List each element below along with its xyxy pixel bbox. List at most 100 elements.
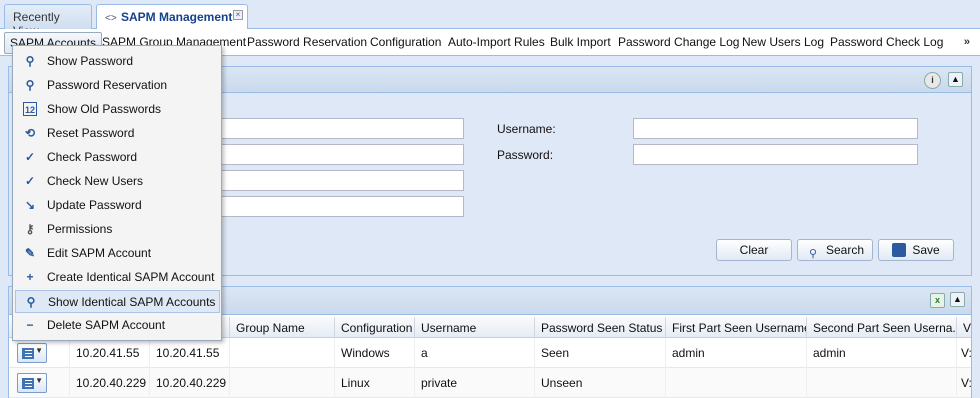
password-field[interactable] bbox=[633, 144, 918, 165]
plus-icon: + bbox=[26, 270, 34, 284]
menu-item-create-identical[interactable]: + Create Identical SAPM Account bbox=[15, 266, 220, 289]
col-first-part-seen-username[interactable]: First Part Seen Username bbox=[665, 317, 806, 338]
menu-item-label: Permissions bbox=[47, 222, 113, 236]
menu-configuration[interactable]: Configuration bbox=[370, 35, 441, 49]
list-icon bbox=[22, 348, 34, 359]
cell-v: V: bbox=[956, 338, 971, 368]
cell-seen-status: Seen bbox=[534, 338, 665, 368]
tab-label: SAPM Management bbox=[121, 10, 233, 24]
close-icon[interactable]: × bbox=[233, 10, 243, 20]
cell-username: private bbox=[414, 368, 534, 398]
table-row[interactable]: ▼ 10.20.40.229 10.20.40.229 Linux privat… bbox=[9, 368, 971, 398]
menu-item-check-new-users[interactable]: ✓ Check New Users bbox=[15, 170, 220, 193]
pencil-icon: ✎ bbox=[24, 246, 36, 260]
menu-item-reset-password[interactable]: ⟲ Reset Password bbox=[15, 122, 220, 145]
collapse-up-icon[interactable]: ▲ bbox=[950, 292, 965, 307]
chevron-down-icon: ▼ bbox=[35, 376, 43, 385]
table-row[interactable]: ▼ 10.20.41.55 10.20.41.55 Windows a Seen… bbox=[9, 338, 971, 368]
menu-item-show-identical[interactable]: ⚲ Show Identical SAPM Accounts bbox=[15, 290, 220, 313]
menu-item-label: Show Old Passwords bbox=[47, 102, 162, 116]
tab-sapm-management[interactable]: <> SAPM Management × bbox=[96, 4, 248, 30]
menu-item-label: Show Identical SAPM Accounts bbox=[48, 295, 216, 309]
menu-item-show-password[interactable]: ⚲ Show Password bbox=[15, 50, 220, 73]
menu-item-password-reservation[interactable]: ⚲ Password Reservation bbox=[15, 74, 220, 97]
menu-item-label: Create Identical SAPM Account bbox=[47, 270, 215, 284]
search-icon: ⚲ bbox=[808, 248, 818, 260]
filter-field-2[interactable] bbox=[219, 144, 464, 165]
col-group-name[interactable]: Group Name bbox=[229, 317, 334, 338]
cell-configuration: Linux bbox=[334, 368, 414, 398]
search-button[interactable]: ⚲ Search bbox=[797, 239, 873, 261]
top-tab-bar: Recently View <> SAPM Management × bbox=[0, 0, 980, 38]
sapm-accounts-dropdown: ⚲ Show Password ⚲ Password Reservation 12 S… bbox=[12, 45, 222, 341]
menu-item-label: Password Reservation bbox=[47, 78, 168, 92]
col-v[interactable]: V bbox=[956, 317, 971, 338]
menu-item-label: Delete SAPM Account bbox=[47, 318, 166, 332]
reset-icon: ⟲ bbox=[24, 126, 36, 140]
cell-address: 10.20.40.229 bbox=[149, 368, 229, 398]
cell-host: 10.20.40.229 bbox=[69, 368, 149, 398]
cell-second-part: admin bbox=[806, 338, 956, 368]
cell-group-name bbox=[229, 338, 334, 368]
filter-field-4[interactable] bbox=[219, 196, 464, 217]
row-actions-button[interactable]: ▼ bbox=[17, 373, 47, 393]
check-icon: ✓ bbox=[24, 150, 36, 164]
save-label: Save bbox=[912, 243, 940, 257]
floppy-icon bbox=[892, 243, 907, 257]
menu-item-label: Check New Users bbox=[47, 174, 144, 188]
menu-item-label: Edit SAPM Account bbox=[47, 246, 152, 260]
menu-item-update-password[interactable]: ↘ Update Password bbox=[15, 194, 220, 217]
filter-field-1[interactable] bbox=[219, 118, 464, 139]
menu-item-label: Show Password bbox=[47, 54, 134, 68]
clear-label: Clear bbox=[739, 243, 769, 257]
col-username[interactable]: Username bbox=[414, 317, 534, 338]
menu-item-check-password[interactable]: ✓ Check Password bbox=[15, 146, 220, 169]
info-icon[interactable]: i bbox=[924, 72, 941, 89]
magnifier-icon: ⚲ bbox=[25, 78, 35, 92]
username-field[interactable] bbox=[633, 118, 918, 139]
arrow-down-right-icon: ↘ bbox=[24, 198, 36, 212]
cell-host: 10.20.41.55 bbox=[69, 338, 149, 368]
list-icon bbox=[22, 378, 34, 389]
menu-auto-import-rules[interactable]: Auto-Import Rules bbox=[448, 35, 545, 49]
cell-second-part bbox=[806, 368, 956, 398]
menu-item-label: Update Password bbox=[47, 198, 142, 212]
tab-recently-view[interactable]: Recently View bbox=[4, 4, 92, 38]
filter-field-3[interactable] bbox=[219, 170, 464, 191]
menu-item-delete-sapm-account[interactable]: − Delete SAPM Account bbox=[15, 314, 220, 337]
row-actions-button[interactable]: ▼ bbox=[17, 343, 47, 363]
col-password-seen-status[interactable]: Password Seen Status bbox=[534, 317, 665, 338]
cell-first-part: admin bbox=[665, 338, 806, 368]
export-excel-icon[interactable]: x bbox=[930, 293, 945, 308]
calendar-icon: 12 bbox=[23, 102, 37, 116]
save-button[interactable]: Save bbox=[878, 239, 954, 261]
cell-username: a bbox=[414, 338, 534, 368]
menu-item-label: Reset Password bbox=[47, 126, 135, 140]
menu-item-permissions[interactable]: ⚷ Permissions bbox=[15, 218, 220, 241]
collapse-up-icon[interactable]: ▲ bbox=[948, 72, 963, 87]
username-label: Username: bbox=[497, 122, 556, 136]
menu-item-show-old-passwords[interactable]: 12 Show Old Passwords bbox=[15, 98, 220, 121]
cell-first-part bbox=[665, 368, 806, 398]
menu-item-edit-sapm-account[interactable]: ✎ Edit SAPM Account bbox=[15, 242, 220, 265]
menu-password-change-log[interactable]: Password Change Log bbox=[618, 35, 739, 49]
menu-item-label: Check Password bbox=[47, 150, 138, 164]
menu-bulk-import[interactable]: Bulk Import bbox=[550, 35, 611, 49]
chevron-down-icon: ▼ bbox=[35, 346, 43, 355]
cell-group-name bbox=[229, 368, 334, 398]
cell-address: 10.20.41.55 bbox=[149, 338, 229, 368]
minus-icon: − bbox=[26, 318, 34, 332]
password-label: Password: bbox=[497, 148, 554, 162]
cell-seen-status: Unseen bbox=[534, 368, 665, 398]
col-configuration[interactable]: Configuration bbox=[334, 317, 414, 338]
col-second-part-seen-username[interactable]: Second Part Seen Userna... bbox=[806, 317, 956, 338]
check-icon: ✓ bbox=[24, 174, 36, 188]
more-menu-icon[interactable]: » bbox=[964, 36, 970, 48]
share-icon: <> bbox=[105, 13, 117, 24]
menu-password-check-log[interactable]: Password Check Log bbox=[830, 35, 943, 49]
search-label: Search bbox=[825, 243, 865, 257]
clear-button[interactable]: Clear bbox=[716, 239, 792, 261]
cell-configuration: Windows bbox=[334, 338, 414, 368]
menu-password-reservation[interactable]: Password Reservation bbox=[247, 35, 367, 49]
menu-new-users-log[interactable]: New Users Log bbox=[742, 35, 824, 49]
